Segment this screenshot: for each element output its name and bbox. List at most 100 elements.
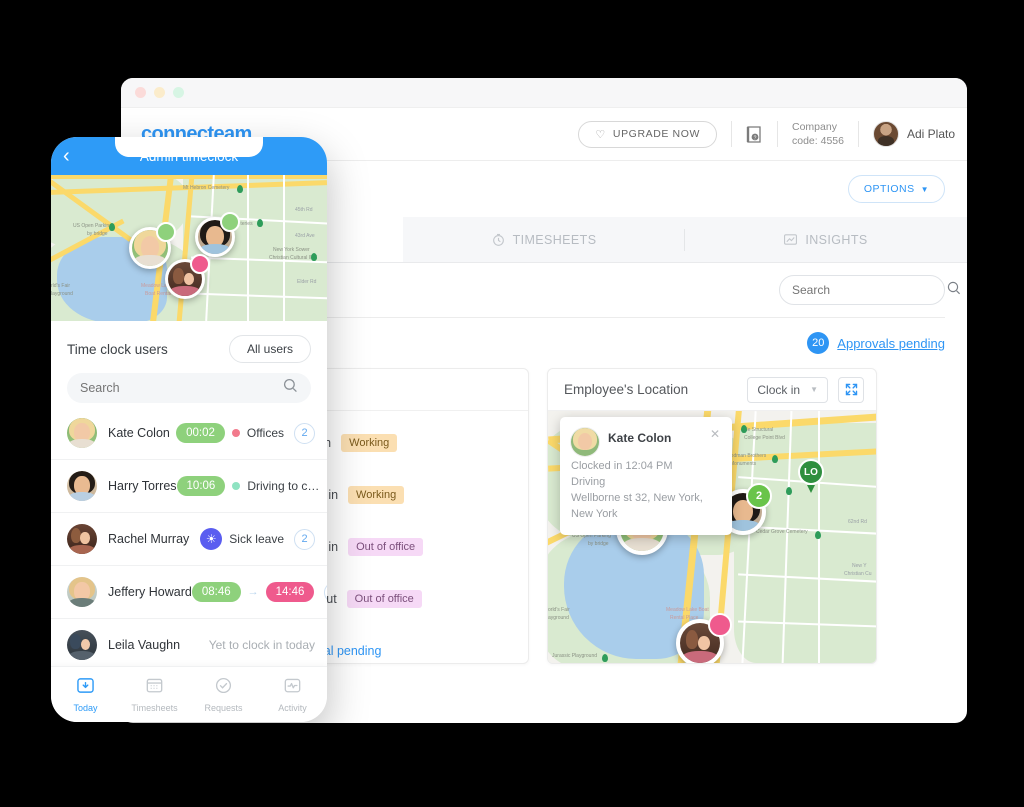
approvals-pending-link[interactable]: 20 Approvals pending (807, 332, 945, 354)
user-name: Harry Torres (108, 479, 177, 493)
mobile-search-input[interactable] (80, 381, 283, 395)
user-menu[interactable]: Adi Plato (872, 121, 955, 147)
map-label: rld's Fair (51, 283, 71, 289)
map-marker-photo-3[interactable] (165, 254, 210, 299)
map-pin-icon (257, 219, 263, 227)
approvals-pending-label: Approvals pending (837, 335, 945, 351)
help-book-icon[interactable]: ? (746, 125, 763, 144)
chevron-down-icon: ▼ (810, 385, 818, 394)
divider (857, 121, 859, 147)
tab-insights[interactable]: INSIGHTS (685, 217, 967, 262)
map-pin-icon (109, 223, 115, 231)
status-label: Offices (246, 426, 284, 440)
list-item[interactable]: Leila Vaughn Yet to clock in today (51, 619, 327, 672)
user-status-group: 00:02 Offices (176, 423, 284, 443)
mobile-phone-mockup: ‹ Admin timeclock Mt Hebron Cemetery Cem… (51, 137, 327, 722)
portrait (67, 418, 97, 448)
clock-out-time: 14:46 (265, 582, 315, 602)
user-status-group: 10:06 Driving to c… (176, 476, 319, 496)
options-button[interactable]: OPTIONS ▼ (847, 175, 945, 203)
tab-insights-label: INSIGHTS (805, 232, 868, 247)
status-badge: Out of office (346, 590, 422, 608)
map-label: New Y (852, 563, 867, 569)
shift-count-badge[interactable]: 2 (294, 528, 315, 550)
avatar (67, 418, 97, 448)
popup-line-status: Driving (571, 475, 606, 488)
status-label: Sick leave (229, 532, 284, 546)
approvals-count-badge: 20 (807, 332, 830, 354)
map-label: 45th Rd (295, 207, 313, 213)
upgrade-now-label: UPGRADE NOW (612, 128, 700, 140)
map-label: Jurassic Playground (552, 653, 598, 659)
shift-count-badge[interactable]: 3 (324, 581, 327, 603)
tab-timesheets-label: TIMESHEETS (512, 232, 597, 247)
divider (731, 121, 732, 147)
portrait (67, 577, 97, 607)
search-input[interactable] (792, 283, 947, 297)
clock-in-filter-select[interactable]: Clock in ▼ (747, 376, 828, 403)
portrait (67, 630, 97, 660)
user-name: Kate Colon (108, 426, 170, 440)
mobile-tab-today[interactable]: Today (51, 667, 120, 722)
map-marker-photo-kate[interactable] (129, 222, 176, 269)
map-marker-photo-2[interactable] (195, 212, 240, 257)
all-users-button[interactable]: All users (228, 335, 311, 363)
arrow-right-icon: → (247, 586, 259, 598)
mobile-tab-activity[interactable]: Activity (258, 667, 327, 722)
map-marker-status-badge (190, 254, 210, 274)
map-pin-icon (786, 487, 792, 495)
mobile-tab-activity-label: Activity (278, 702, 307, 713)
timesheet-icon (146, 677, 163, 699)
map-label: US Open Parking (73, 223, 112, 229)
expand-map-button[interactable] (838, 376, 864, 403)
map-label: Elder Rd (297, 279, 317, 285)
map-marker-lo-label: LO (798, 459, 824, 485)
window-minimize-button[interactable] (154, 87, 165, 98)
window-close-button[interactable] (135, 87, 146, 98)
status-dot (232, 482, 241, 490)
upgrade-now-button[interactable]: ♡ UPGRADE NOW (578, 120, 717, 148)
shift-count-badge[interactable]: 2 (294, 422, 315, 444)
close-icon[interactable]: ✕ (710, 428, 720, 440)
avatar (67, 471, 97, 501)
mobile-tab-today-label: Today (73, 702, 98, 713)
options-label: OPTIONS (863, 183, 915, 195)
tab-timesheets[interactable]: TIMESHEETS (403, 217, 685, 262)
mobile-tab-timesheets[interactable]: Timesheets (120, 667, 189, 722)
map-marker-status-badge (220, 212, 240, 232)
mobile-search-box[interactable] (67, 373, 311, 403)
list-item[interactable]: Harry Torres 10:06 Driving to c… (51, 460, 327, 513)
list-item[interactable]: Jeffery Howard 08:46 → 14:46 3 (51, 566, 327, 619)
popup-line-clocked-in: Clocked in 12:04 PM (571, 460, 673, 472)
list-item[interactable]: Rachel Murray ☀ Sick leave 2 (51, 513, 327, 566)
map-label: 62nd Rd (848, 519, 867, 525)
map-label: by bridge (588, 541, 609, 547)
list-item[interactable]: Kate Colon 00:02 Offices 2 (51, 407, 327, 460)
company-code-line2: code: 4556 (792, 135, 844, 147)
map-label: Ne Structural (744, 427, 774, 433)
map-label: College Point Blvd (744, 435, 785, 441)
user-name: Leila Vaughn (108, 638, 181, 652)
activity-pulse-icon (284, 677, 301, 699)
window-maximize-button[interactable] (173, 87, 184, 98)
portrait (67, 524, 97, 554)
map-marker-lo[interactable]: LO (798, 459, 824, 493)
chevron-left-icon[interactable]: ‹ (63, 146, 70, 166)
mobile-map[interactable]: Mt Hebron Cemetery Cemeteries US Open Pa… (51, 175, 327, 321)
map-label: Cedar Grove Cemetery (756, 529, 808, 535)
today-calendar-icon (77, 677, 94, 699)
popup-line-address2: New York (571, 507, 618, 520)
window-titlebar (121, 78, 967, 108)
search-box[interactable] (779, 275, 961, 305)
map-pin-icon (815, 531, 821, 539)
mobile-tab-requests[interactable]: Requests (189, 667, 258, 722)
user-status-group: 08:46 → 14:46 (191, 582, 315, 602)
map-panel-header: Employee's Location Clock in ▼ (548, 369, 876, 411)
map-marker-photo-3[interactable] (676, 613, 732, 663)
map-label: 43rd Ave (295, 233, 315, 239)
popup-line-address1: Wellborne st 32, New York, (571, 491, 703, 504)
clock-in-time: 10:06 (176, 476, 226, 496)
map-canvas[interactable]: Ne Structural College Point Blvd Goodman… (548, 411, 876, 663)
user-name: Adi Plato (906, 127, 955, 141)
clock-in-filter-label: Clock in (757, 382, 801, 397)
